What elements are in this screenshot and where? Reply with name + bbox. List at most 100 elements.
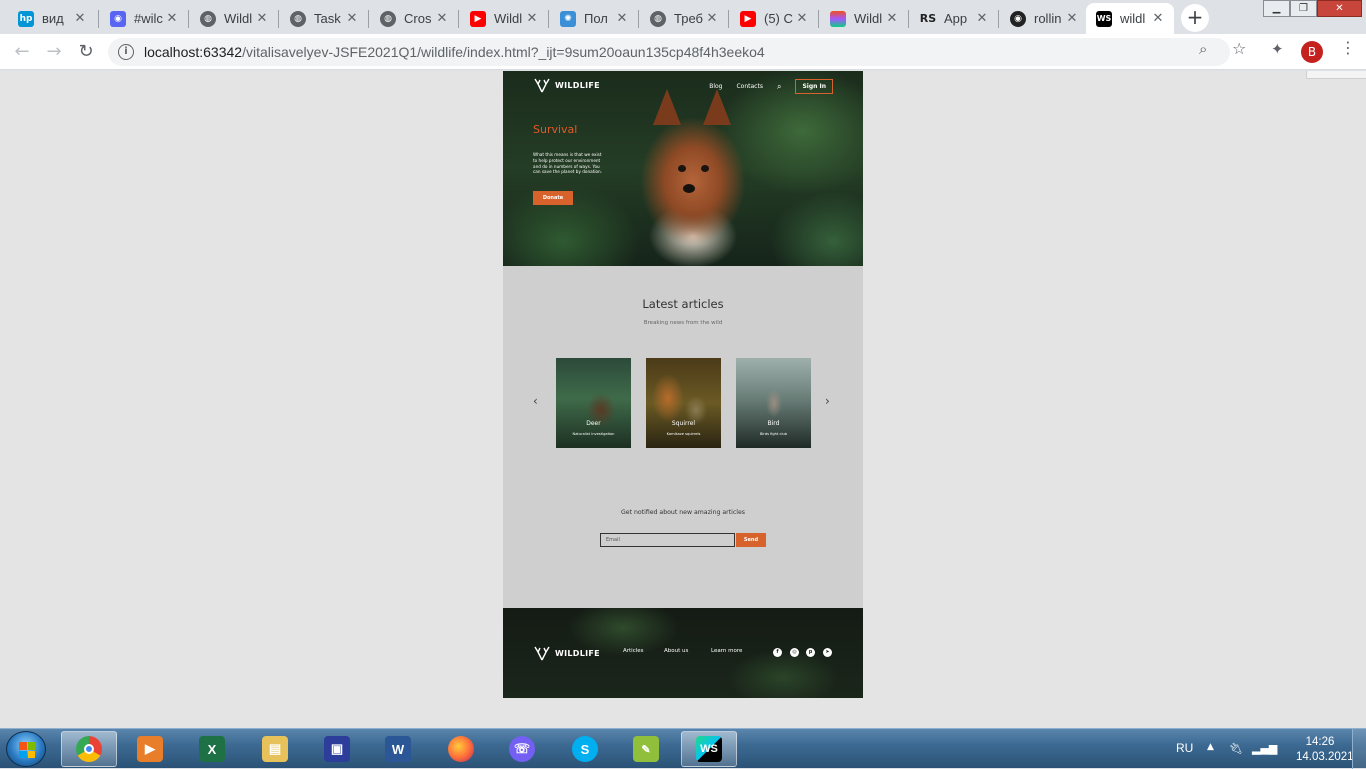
tab-12[interactable]: ◉ rollin ✕: [1000, 3, 1088, 34]
minimize-button[interactable]: ▁: [1263, 0, 1290, 17]
search-icon[interactable]: ⌕: [777, 82, 781, 92]
sign-in-button[interactable]: Sign In: [795, 79, 833, 94]
taskbar-notepad[interactable]: ✎: [618, 731, 674, 767]
profile-avatar[interactable]: B: [1301, 41, 1323, 63]
reload-button[interactable]: ↻: [74, 40, 98, 64]
forward-button[interactable]: →: [42, 40, 66, 64]
taskbar-webstorm[interactable]: WS: [681, 731, 737, 767]
donate-button[interactable]: Donate: [533, 191, 573, 205]
close-tab-icon[interactable]: ✕: [254, 11, 270, 26]
taskbar-word[interactable]: W: [370, 731, 426, 767]
bookmark-star-icon[interactable]: ☆: [1232, 39, 1246, 58]
close-tab-icon[interactable]: ✕: [164, 11, 180, 26]
article-card-deer[interactable]: Deer Naturalist investigation: [556, 358, 631, 448]
browser-toolbar: ← → ↻ i localhost:63342/vitalisavelyev-J…: [0, 34, 1366, 70]
hero-text: What this means is that we exist to help…: [533, 152, 603, 175]
tab-1[interactable]: hp вид ✕: [8, 3, 96, 34]
windows-taskbar: ▶ X ▤ ▣ W ☏ S ✎ WS RU ▲ 🔌︎ ▂▄▆ 14:26 14.…: [0, 728, 1366, 769]
tab-13-active[interactable]: WS wildl ✕: [1086, 3, 1174, 34]
tab-7[interactable]: ✺ Пол ✕: [550, 3, 638, 34]
close-tab-icon[interactable]: ✕: [974, 11, 990, 26]
taskbar-viber[interactable]: ☏: [494, 731, 550, 767]
webstorm-icon: WS: [696, 736, 722, 762]
network-plug-icon[interactable]: 🔌︎: [1229, 742, 1243, 755]
taskbar-excel[interactable]: X: [184, 731, 240, 767]
system-clock[interactable]: 14:26 14.03.2021: [1296, 735, 1354, 765]
close-tab-icon[interactable]: ✕: [1064, 11, 1080, 26]
tab-title: App: [944, 11, 968, 26]
signal-bars-icon[interactable]: ▂▄▆: [1252, 742, 1277, 755]
footer-logo[interactable]: WILDLIFE: [533, 645, 600, 661]
nav-blog-link[interactable]: Blog: [709, 83, 722, 90]
close-tab-icon[interactable]: ✕: [344, 11, 360, 26]
nav-contacts-link[interactable]: Contacts: [736, 83, 762, 90]
tab-9[interactable]: ▶ (5) С ✕: [730, 3, 818, 34]
close-tab-icon[interactable]: ✕: [794, 11, 810, 26]
site-info-icon[interactable]: i: [118, 44, 134, 60]
taskbar-skype[interactable]: S: [557, 731, 613, 767]
menu-kebab-icon[interactable]: ⋮: [1340, 38, 1356, 57]
address-bar[interactable]: i localhost:63342/vitalisavelyev-JSFE202…: [108, 38, 1230, 66]
tab-title: вид: [42, 11, 64, 26]
start-button[interactable]: [6, 731, 46, 767]
close-tab-icon[interactable]: ✕: [614, 11, 630, 26]
extensions-icon[interactable]: ✦: [1271, 40, 1284, 58]
explorer-icon: ▤: [262, 736, 288, 762]
site-logo[interactable]: WILDLIFE: [533, 77, 600, 93]
instagram-icon[interactable]: ◎: [790, 648, 799, 657]
tab-title: (5) С: [764, 11, 793, 26]
footer-articles-link[interactable]: Articles: [623, 648, 644, 654]
close-tab-icon[interactable]: ✕: [434, 11, 450, 26]
taskbar-floppy[interactable]: ▣: [309, 731, 365, 767]
close-tab-icon[interactable]: ✕: [704, 11, 720, 26]
tab-11[interactable]: RS App ✕: [910, 3, 998, 34]
devtools-toolbar: [1306, 71, 1366, 79]
pinterest-icon[interactable]: p: [806, 648, 815, 657]
telegram-icon[interactable]: ➤: [823, 648, 832, 657]
slider-next-icon[interactable]: ›: [825, 394, 830, 408]
tab-5[interactable]: ◍ Cros ✕: [370, 3, 458, 34]
facebook-icon[interactable]: f: [773, 648, 782, 657]
tab-2[interactable]: ◉ #wilc ✕: [100, 3, 188, 34]
send-button[interactable]: Send: [736, 533, 766, 547]
tab-6[interactable]: ▶ Wildl ✕: [460, 3, 548, 34]
tab-10[interactable]: Wildl ✕: [820, 3, 908, 34]
zoom-icon[interactable]: ⌕: [1199, 40, 1207, 58]
chrome-icon: [76, 736, 102, 762]
back-button[interactable]: ←: [10, 40, 34, 64]
close-tab-icon[interactable]: ✕: [884, 11, 900, 26]
youtube-icon: ▶: [470, 10, 486, 27]
maximize-button[interactable]: ❐: [1290, 0, 1317, 17]
footer-about-link[interactable]: About us: [664, 648, 688, 654]
url-text[interactable]: localhost:63342/vitalisavelyev-JSFE2021Q…: [144, 44, 765, 60]
taskbar-firefox[interactable]: [433, 731, 489, 767]
taskbar-media-player[interactable]: ▶: [122, 731, 178, 767]
fox-eye: [701, 165, 709, 172]
article-card-bird[interactable]: Bird Birds fight club: [736, 358, 811, 448]
new-tab-button[interactable]: +: [1181, 4, 1209, 32]
taskbar-explorer[interactable]: ▤: [247, 731, 303, 767]
tab-4[interactable]: ◍ Task ✕: [280, 3, 368, 34]
tab-8[interactable]: ◍ Треб ✕: [640, 3, 728, 34]
hp-icon: hp: [18, 10, 34, 27]
show-desktop-button[interactable]: [1352, 729, 1366, 769]
article-subtitle: Naturalist investigation: [572, 432, 615, 436]
globe-icon: ◍: [380, 10, 396, 27]
article-card-squirrel[interactable]: Squirrel Kamikaze squirrels: [646, 358, 721, 448]
footer-learn-more-link[interactable]: Learn more: [711, 648, 742, 654]
tab-3[interactable]: ◍ Wildl ✕: [190, 3, 278, 34]
fox-ear: [653, 89, 681, 125]
notepad-icon: ✎: [633, 736, 659, 762]
puzzle-icon: ✺: [560, 10, 576, 27]
tab-title: wildl: [1120, 11, 1146, 26]
language-indicator[interactable]: RU: [1176, 741, 1193, 755]
close-tab-icon[interactable]: ✕: [1150, 11, 1166, 26]
window-close-button[interactable]: ✕: [1317, 0, 1362, 17]
tray-expand-icon[interactable]: ▲: [1207, 742, 1214, 752]
taskbar-chrome[interactable]: [61, 731, 117, 767]
close-tab-icon[interactable]: ✕: [524, 11, 540, 26]
close-tab-icon[interactable]: ✕: [72, 11, 88, 26]
fox-eye: [678, 165, 686, 172]
slider-prev-icon[interactable]: ‹: [533, 394, 538, 408]
email-input[interactable]: Email: [600, 533, 735, 547]
